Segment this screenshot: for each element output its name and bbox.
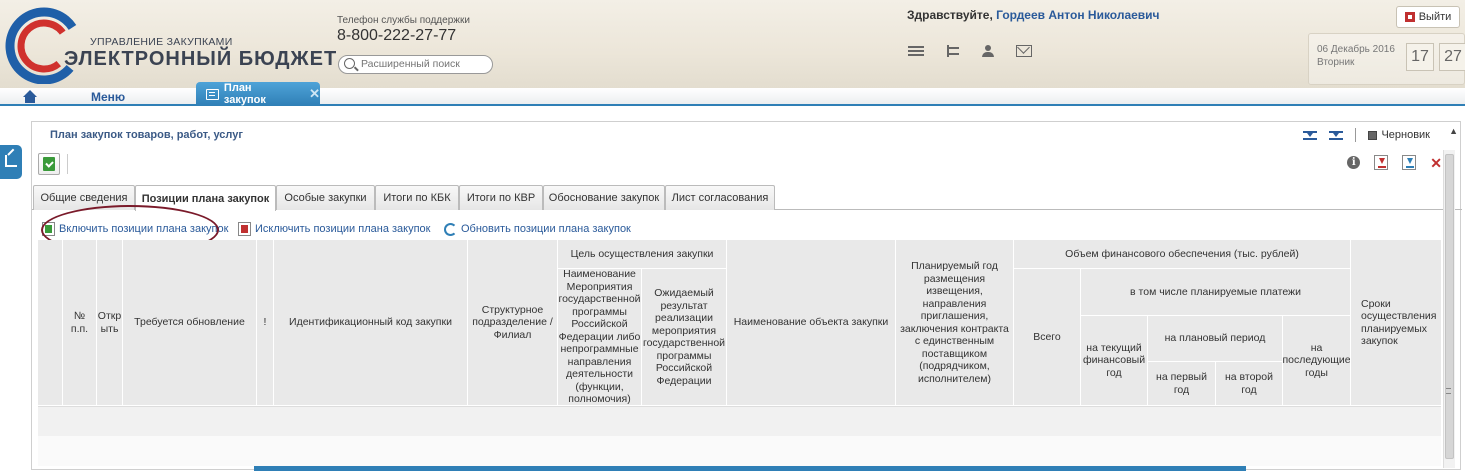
tab-kvr-totals[interactable]: Итоги по КВР — [459, 185, 543, 210]
current-weekday: Вторник — [1317, 57, 1355, 68]
col-plan-period-group: на плановый период — [1148, 316, 1283, 362]
col-second-year[interactable]: на второй год — [1216, 362, 1283, 406]
document-icon — [206, 88, 219, 100]
panel-title: План закупок товаров, работ, услуг — [50, 129, 243, 141]
greeting: Здравствуйте, Гордеев Антон Николаевич — [907, 8, 1160, 22]
tab-kbk-totals[interactable]: Итоги по КБК — [375, 185, 459, 210]
tab-general[interactable]: Общие сведения — [33, 185, 135, 210]
search-box[interactable] — [338, 55, 493, 74]
refresh-positions-link[interactable]: Обновить позиции плана закупок — [444, 222, 631, 236]
logo-subtitle: УПРАВЛЕНИЕ ЗАКУПКАМИ — [90, 36, 233, 48]
col-flag[interactable]: ! — [257, 240, 274, 406]
tab-plan-positions[interactable]: Позиции плана закупок — [135, 185, 276, 211]
support-label: Телефон службы поддержки — [337, 15, 470, 26]
tab-approval-sheet[interactable]: Лист согласования — [665, 185, 775, 210]
col-total[interactable]: Всего — [1014, 269, 1081, 406]
list-icon[interactable] — [908, 45, 924, 57]
app-tab-label: План закупок — [223, 82, 266, 106]
user-icon[interactable] — [980, 45, 996, 57]
download-icon[interactable] — [1402, 155, 1417, 170]
col-object-name[interactable]: Наименование объекта закупки — [727, 240, 896, 406]
mail-icon[interactable] — [1016, 45, 1032, 57]
export-pdf-icon[interactable] — [1374, 155, 1389, 170]
app-header: УПРАВЛЕНИЕ ЗАКУПКАМИ ЭЛЕКТРОННЫЙ БЮДЖЕТ … — [0, 0, 1465, 88]
exclude-icon — [238, 222, 251, 236]
tab-special-purchases[interactable]: Особые закупки — [276, 185, 375, 210]
scroll-grip — [1446, 388, 1451, 394]
side-panel-toggle[interactable] — [0, 145, 22, 179]
col-planned-year[interactable]: Планируемый год размещения извещения, на… — [896, 240, 1014, 406]
draft-checkbox[interactable] — [1368, 130, 1378, 140]
positions-grid-header: № п.п. Откр ыть Требуется обновление ! И… — [38, 240, 1441, 406]
include-icon — [42, 222, 55, 236]
col-goal-group: Цель осуществления закупки — [558, 240, 727, 269]
col-planned-payments-group: в том числе планируемые платежи — [1081, 269, 1351, 316]
col-ikz[interactable]: Идентификационный код закупки — [274, 240, 468, 406]
current-date: 06 Декабрь 2016 — [1317, 44, 1395, 55]
logout-button[interactable]: Выйти — [1396, 6, 1460, 28]
logo-title: ЭЛЕКТРОННЫЙ БЮДЖЕТ — [64, 48, 338, 70]
scroll-thumb[interactable] — [1445, 154, 1454, 459]
structure-icon[interactable] — [944, 45, 960, 57]
logo-icon — [5, 7, 83, 84]
draft-toggle[interactable]: Черновик — [1368, 129, 1430, 141]
panel-toolbar: i ✕ — [37, 152, 1442, 178]
grid-select-column[interactable] — [38, 240, 63, 406]
horizontal-scrollbar[interactable] — [254, 466, 1246, 471]
col-num[interactable]: № п.п. — [63, 240, 97, 406]
refresh-label: Обновить позиции плана закупок — [461, 223, 631, 235]
vertical-scrollbar[interactable] — [1443, 150, 1455, 468]
include-label: Включить позиции плана закупок — [59, 223, 229, 235]
greeting-text: Здравствуйте, — [907, 8, 993, 22]
expand-icon[interactable] — [1303, 129, 1318, 141]
user-name-link[interactable]: Гордеев Антон Николаевич — [996, 8, 1159, 22]
toolbar-divider — [67, 154, 68, 174]
approve-button[interactable] — [38, 153, 60, 175]
tab-justification[interactable]: Обоснование закупок — [543, 185, 665, 210]
col-goal-program[interactable]: Наименование Мероприятия государственной… — [558, 269, 642, 406]
refresh-icon — [444, 222, 457, 236]
app-tab-plan[interactable]: План закупок ✕ — [196, 82, 320, 106]
col-goal-result[interactable]: Ожидаемый результат реализации мероприят… — [642, 269, 727, 406]
close-panel-icon[interactable]: ✕ — [1430, 156, 1442, 170]
support-phone: 8-800-222-27-77 — [337, 27, 457, 44]
grid-body — [38, 406, 1441, 436]
info-icon[interactable]: i — [1347, 156, 1361, 169]
logout-icon — [1404, 12, 1415, 22]
panel-tools: Черновик — [1303, 128, 1430, 142]
clock-hours: 17 — [1406, 43, 1434, 71]
col-current-year[interactable]: на текущий финансовый год — [1081, 316, 1148, 406]
col-first-year[interactable]: на первый год — [1148, 362, 1216, 406]
search-icon — [344, 58, 355, 69]
col-finance-group: Объем финансового обеспечения (тыс. рубл… — [1014, 240, 1351, 269]
col-update-required[interactable]: Требуется обновление — [123, 240, 257, 406]
tab-strip: Общие сведения Позиции плана закупок Осо… — [32, 183, 1462, 211]
col-open[interactable]: Откр ыть — [97, 240, 123, 406]
close-icon[interactable]: ✕ — [309, 86, 320, 102]
draft-label: Черновик — [1381, 129, 1430, 141]
menu-link[interactable]: Меню — [91, 90, 125, 104]
exclude-positions-link[interactable]: Исключить позиции плана закупок — [238, 222, 430, 236]
search-input[interactable] — [361, 58, 486, 70]
scroll-up-icon[interactable]: ▲ — [1449, 126, 1458, 136]
exclude-label: Исключить позиции плана закупок — [255, 223, 431, 235]
home-icon[interactable] — [22, 90, 38, 104]
date-time-box: 06 Декабрь 2016 Вторник 17 27 — [1308, 33, 1465, 85]
collapse-icon[interactable] — [1329, 129, 1344, 141]
tools-divider — [1355, 128, 1357, 142]
toolbar-right: i ✕ — [1347, 155, 1442, 170]
logout-label: Выйти — [1418, 11, 1452, 23]
col-terms[interactable]: Сроки осуществления планируемых закупок — [1351, 240, 1441, 406]
include-positions-link[interactable]: Включить позиции плана закупок — [42, 222, 228, 236]
grid-body-filler — [38, 436, 1441, 466]
col-division[interactable]: Структурное подразделение / Филиал — [468, 240, 558, 406]
col-next-years[interactable]: на последующие годы — [1283, 316, 1351, 406]
clock-minutes: 27 — [1439, 43, 1465, 71]
header-icons — [908, 45, 1032, 57]
